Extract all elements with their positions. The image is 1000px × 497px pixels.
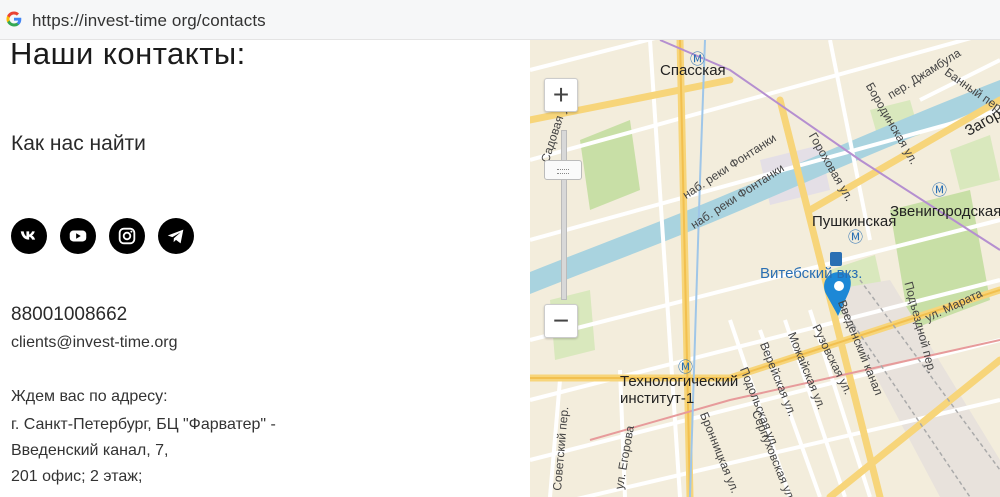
youtube-icon[interactable] <box>60 218 96 254</box>
url-text[interactable]: https://invest-time org/contacts <box>32 11 266 31</box>
map-label: институт-1 <box>620 390 695 407</box>
zoom-slider-track[interactable] <box>561 130 567 300</box>
vk-icon[interactable] <box>11 218 47 254</box>
zoom-out-button[interactable]: − <box>544 304 578 338</box>
map-label: Витебский вкз. <box>760 265 863 282</box>
address-label: Ждем вас по адресу: <box>11 388 168 405</box>
metro-icon: Ⓜ <box>932 181 947 199</box>
address-line: Введенский канал, 7, <box>11 442 169 459</box>
google-icon <box>6 11 22 27</box>
phone-number[interactable]: 88001008662 <box>11 304 127 326</box>
train-station-icon <box>830 252 842 266</box>
telegram-icon[interactable] <box>158 218 194 254</box>
zoom-in-button[interactable]: + <box>544 78 578 112</box>
contacts-panel: Наши контакты: Как нас найти 88001008662… <box>0 40 530 497</box>
social-links <box>11 218 194 254</box>
instagram-icon[interactable] <box>109 218 145 254</box>
address-bar[interactable]: https://invest-time org/contacts <box>0 0 1000 40</box>
map-view[interactable]: Ⓜ Ⓜ Ⓜ Ⓜ Спасская Садовая ул. наб. реки Ф… <box>530 40 1000 497</box>
address-line: 201 офис; 2 этаж; <box>11 468 143 485</box>
map-label: Пушкинская <box>812 213 897 230</box>
metro-icon: Ⓜ <box>848 228 863 246</box>
map-label: Спасская <box>660 62 726 79</box>
map-label: Звенигородская <box>890 203 1000 220</box>
email-address[interactable]: clients@invest-time.org <box>11 334 178 352</box>
zoom-slider-handle[interactable] <box>544 160 582 180</box>
page-title: Наши контакты: <box>10 40 246 71</box>
address-line: г. Санкт-Петербург, БЦ "Фарватер" - <box>11 416 276 433</box>
map-label: Технологический <box>620 373 739 390</box>
section-subtitle: Как нас найти <box>11 132 146 155</box>
